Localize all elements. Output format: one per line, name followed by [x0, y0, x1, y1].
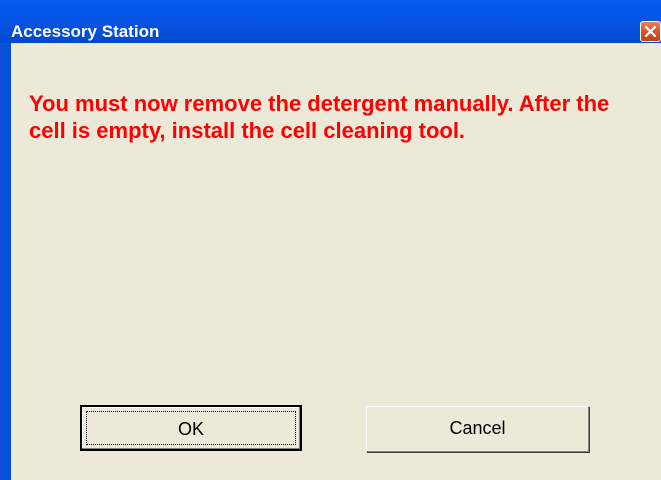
- cancel-button[interactable]: Cancel: [366, 406, 589, 452]
- ok-button-label: OK: [86, 411, 296, 445]
- dialog-window: Accessory Station You must now remove th…: [0, 0, 661, 480]
- close-icon: [644, 25, 657, 38]
- dialog-body: You must now remove the detergent manual…: [11, 43, 661, 480]
- instruction-message: You must now remove the detergent manual…: [29, 91, 610, 143]
- window-title: Accessory Station: [11, 22, 160, 41]
- title-bar[interactable]: Accessory Station: [0, 0, 661, 43]
- close-button[interactable]: [640, 21, 661, 42]
- ok-button[interactable]: OK: [80, 405, 302, 451]
